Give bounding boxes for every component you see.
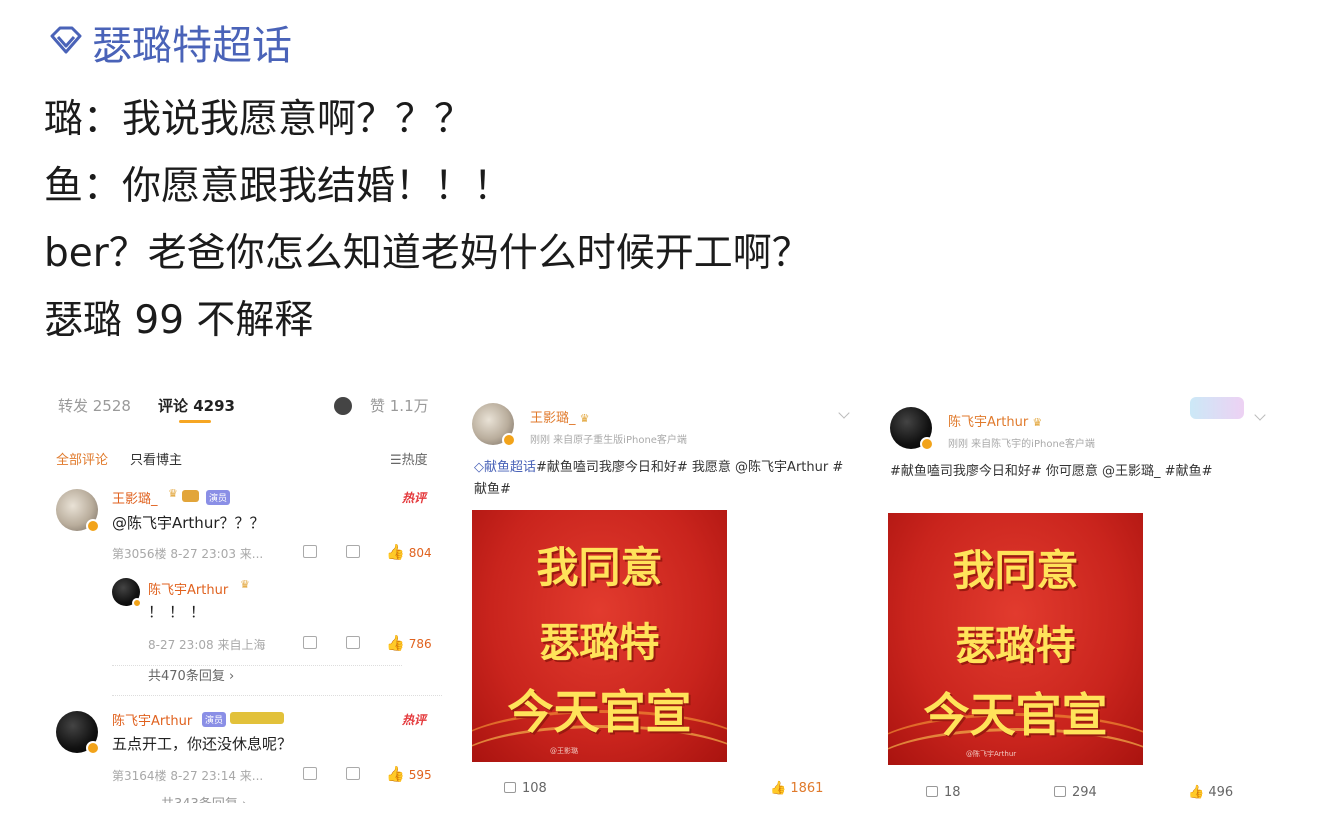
more-replies-link[interactable]: 共470条回复 › — [148, 665, 234, 684]
avatar[interactable] — [890, 407, 934, 451]
share-icon[interactable] — [303, 545, 317, 558]
post-line-4: 瑟璐 99 不解释 — [44, 298, 314, 343]
comment-text: 五点开工，你还没休息呢？ — [112, 735, 293, 753]
repost-button[interactable]: 18 — [926, 785, 961, 800]
comment-author[interactable]: 陈飞宇Arthur — [112, 710, 192, 729]
reply-meta: 8-27 23:08 来自上海 — [148, 638, 266, 652]
supertopic-label: 瑟璐特超话 — [92, 23, 292, 69]
poster-image[interactable]: 我同意 瑟璐特 今天官宣 @王影璐 — [472, 510, 727, 762]
tab-repost[interactable]: 转发 2528 — [58, 395, 131, 416]
share-icon[interactable] — [303, 636, 317, 649]
comment-text: @陈飞宇Arthur？？？ — [112, 514, 265, 532]
avatar[interactable] — [56, 489, 100, 533]
comment-icon — [1054, 786, 1066, 797]
active-tab-indicator — [179, 420, 211, 423]
reply-text: ！！！ — [148, 603, 212, 621]
comment-button[interactable]: 294 — [1054, 785, 1097, 800]
sticker-decoration — [1190, 397, 1244, 419]
comment-icon[interactable] — [346, 545, 360, 558]
avatar[interactable] — [112, 578, 142, 608]
supertopic-link[interactable]: 瑟璐特超话 — [44, 16, 292, 69]
poster-line-3: 今天官宣 — [923, 688, 1108, 742]
thumb-up-icon: 👍 — [770, 781, 787, 796]
like-button[interactable]: 👍 786 — [386, 634, 432, 652]
verified-icon — [86, 519, 100, 533]
comment-tabs: 转发 2528 评论 4293 赞 1.1万 — [44, 395, 449, 415]
hot-comment-tag: 热评 — [402, 491, 427, 505]
thumb-up-icon: 👍 — [386, 634, 405, 652]
poster-image[interactable]: 我同意 瑟璐特 今天官宣 @陈飞宇Arthur — [888, 513, 1143, 765]
verified-icon — [86, 741, 100, 755]
divider — [112, 695, 442, 696]
watermark: @王影璐 — [550, 747, 578, 755]
avatar[interactable] — [56, 711, 100, 755]
watermark: @陈飞宇Arthur — [966, 750, 1017, 758]
share-icon — [504, 782, 516, 793]
post-body: #献鱼嗑司我廖今日和好# 你可愿意 @王影璐_ #献鱼# — [890, 464, 1213, 479]
post-line-3: ber？老爸你怎么知道老妈什么时候开工啊？ — [44, 231, 811, 276]
like-avatar — [334, 397, 352, 415]
fan-badge — [230, 712, 284, 724]
poster-line-2: 瑟璐特 — [955, 623, 1076, 669]
hot-comment-tag: 热评 — [402, 713, 427, 727]
filter-owner-only[interactable]: 只看博主 — [130, 449, 182, 468]
tab-comment[interactable]: 评论 4293 — [158, 395, 235, 416]
sort-icon: ☰ — [390, 453, 402, 468]
diamond-icon — [50, 26, 82, 54]
thumb-up-icon: 👍 — [386, 765, 405, 783]
more-replies-link[interactable]: …共343条回复 › — [148, 793, 247, 803]
post-source: 刚刚 来自原子重生版iPhone客户端 — [530, 435, 687, 446]
verified-icon — [920, 437, 934, 451]
thumb-up-icon: 👍 — [1188, 785, 1205, 800]
like-button[interactable]: 👍 595 — [386, 765, 432, 783]
post-author[interactable]: 王影璐_ ♛ — [530, 407, 590, 426]
chevron-down-icon[interactable] — [838, 407, 850, 419]
share-icon[interactable] — [303, 767, 317, 780]
chevron-down-icon[interactable] — [1254, 409, 1266, 421]
post-card-wang: 王影璐_ ♛ 刚刚 来自原子重生版iPhone客户端 ◇献鱼超话#献鱼嗑司我廖今… — [460, 393, 860, 813]
post-card-chen: 陈飞宇Arthur ♛ 刚刚 来自陈飞宇的iPhone客户端 #献鱼嗑司我廖今日… — [876, 393, 1276, 813]
crown-icon: ♛ — [168, 487, 178, 500]
poster-line-2: 瑟璐特 — [539, 620, 660, 666]
avatar[interactable] — [472, 403, 516, 447]
crown-icon: ♛ — [1032, 416, 1043, 429]
role-badge: 演员 — [202, 712, 227, 727]
post-line-1: 璐：我说我愿意啊？？？ — [44, 97, 474, 142]
crown-icon: ♛ — [240, 578, 250, 591]
post-body: ◇献鱼超话#献鱼嗑司我廖今日和好# 我愿意 @陈飞宇Arthur #献鱼# — [474, 457, 854, 501]
verified-icon — [502, 433, 516, 447]
crown-icon: ♛ — [579, 412, 590, 425]
topic-link[interactable]: ◇献鱼超话 — [474, 460, 536, 475]
like-button[interactable]: 👍 496 — [1188, 785, 1233, 800]
post-source: 刚刚 来自陈飞宇的iPhone客户端 — [948, 439, 1095, 450]
poster-line-3: 今天官宣 — [507, 685, 692, 739]
comment-icon[interactable] — [346, 767, 360, 780]
filter-all-comments[interactable]: 全部评论 — [56, 449, 108, 468]
sort-by-heat[interactable]: ☰热度 — [390, 449, 428, 468]
reply-author[interactable]: 陈飞宇Arthur — [148, 579, 228, 598]
poster-line-1: 我同意 — [536, 543, 663, 592]
comment-meta: 第3056楼 8-27 23:03 来... — [112, 547, 264, 561]
comment-meta: 第3164楼 8-27 23:14 来... — [112, 769, 264, 783]
role-badge: 演员 — [206, 490, 231, 505]
comment-icon[interactable] — [346, 636, 360, 649]
comment-author[interactable]: 王影璐_ — [112, 488, 158, 507]
verified-icon — [132, 598, 142, 608]
share-icon — [926, 786, 938, 797]
thumb-up-icon: 👍 — [386, 543, 405, 561]
like-button[interactable]: 👍 1861 — [770, 781, 823, 796]
comments-screenshot: 转发 2528 评论 4293 赞 1.1万 全部评论 只看博主 ☰热度 王影璐… — [44, 383, 449, 803]
post-line-2: 鱼：你愿意跟我结婚！！！ — [44, 164, 513, 209]
post-author[interactable]: 陈飞宇Arthur ♛ — [948, 411, 1042, 430]
like-button[interactable]: 👍 804 — [386, 543, 432, 561]
tab-likes[interactable]: 赞 1.1万 — [370, 395, 429, 416]
repost-button[interactable]: 108 — [504, 781, 547, 796]
fan-badge — [182, 490, 200, 502]
poster-line-1: 我同意 — [952, 546, 1079, 595]
